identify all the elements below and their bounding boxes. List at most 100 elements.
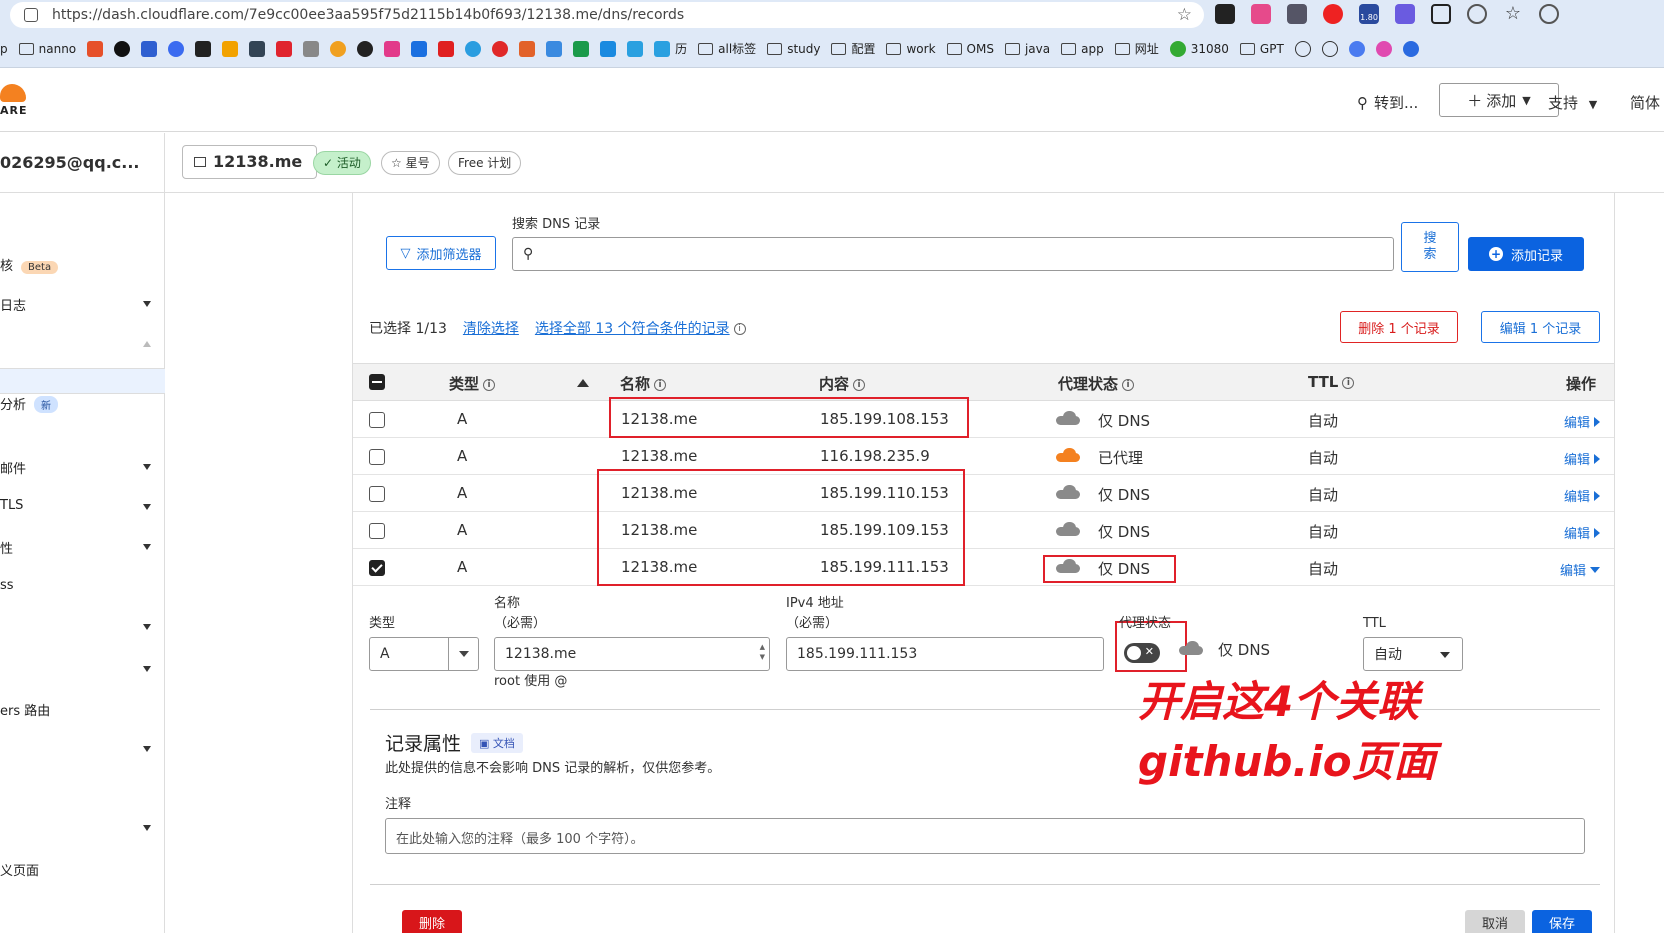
sidebar-item-ssl-tls[interactable]: TLS xyxy=(0,498,165,522)
add-dropdown-button[interactable]: ＋ 添加 ▼ xyxy=(1439,83,1559,117)
sidebar-item-access[interactable]: ss xyxy=(0,578,165,602)
bookmark[interactable] xyxy=(1375,40,1392,57)
bookmark-folder[interactable]: 配置 xyxy=(831,40,875,57)
bookmark-star-icon[interactable]: ☆ xyxy=(1177,5,1192,25)
extension-icon[interactable] xyxy=(1215,4,1235,24)
plan-badge[interactable]: Free 计划 xyxy=(448,151,522,175)
edit-record-link[interactable]: 编辑 xyxy=(1564,412,1600,431)
col-content[interactable]: 内容 i xyxy=(819,373,866,394)
ttl-select[interactable]: 自动 xyxy=(1363,637,1463,671)
bookmark[interactable] xyxy=(1294,40,1311,57)
extension-icon[interactable] xyxy=(1395,4,1415,24)
save-button[interactable]: 保存 xyxy=(1532,910,1592,933)
edit-record-link[interactable]: 编辑 xyxy=(1564,486,1600,505)
sidebar-item-collapsed[interactable] xyxy=(0,335,165,359)
table-row-selected[interactable]: A 12138.me 185.199.111.153 仅 DNS 自动 编辑 xyxy=(353,549,1614,586)
table-row[interactable]: A 12138.me 185.199.110.153 仅 DNS 自动 编辑 xyxy=(353,475,1614,512)
extension-badge-icon[interactable]: 1.80 xyxy=(1359,4,1379,24)
history-icon[interactable] xyxy=(1539,4,1559,24)
support-dropdown[interactable]: 支持 ▼ xyxy=(1548,92,1597,113)
bookmark[interactable] xyxy=(87,40,104,57)
bookmark[interactable] xyxy=(357,40,374,57)
select-all-link[interactable]: 选择全部 13 个符合条件的记录 xyxy=(535,321,730,337)
bookmark-folder[interactable]: all标签 xyxy=(698,40,756,57)
edit-record-link[interactable]: 编辑 xyxy=(1564,449,1600,468)
send-icon[interactable] xyxy=(1287,4,1307,24)
bookmark-folder[interactable]: OMS xyxy=(946,42,994,56)
bookmark[interactable] xyxy=(411,40,428,57)
bookmark-folder[interactable]: study xyxy=(767,42,820,56)
table-row[interactable]: A 12138.me 185.199.109.153 仅 DNS 自动 编辑 xyxy=(353,512,1614,549)
bookmark[interactable] xyxy=(519,40,536,57)
bookmark[interactable]: p xyxy=(0,42,8,56)
sidebar-item-security[interactable]: 性 xyxy=(0,538,165,562)
edit-record-link[interactable]: 编辑 xyxy=(1560,560,1600,579)
bookmark[interactable] xyxy=(249,40,266,57)
row-checkbox[interactable] xyxy=(369,486,385,502)
bookmark[interactable] xyxy=(627,40,644,57)
col-type[interactable]: 类型 i xyxy=(449,373,496,394)
add-record-button[interactable]: + 添加记录 xyxy=(1468,237,1584,271)
clear-selection-link[interactable]: 清除选择 xyxy=(463,318,519,338)
sidebar-item[interactable] xyxy=(0,660,165,684)
info-icon[interactable]: i xyxy=(1342,376,1355,389)
bookmark[interactable] xyxy=(492,40,509,57)
ipv4-input[interactable]: 185.199.111.153 xyxy=(786,637,1104,671)
comment-input[interactable]: 在此处输入您的注释（最多 100 个字符）。 xyxy=(385,818,1585,854)
bookmark-folder[interactable]: GPT xyxy=(1239,42,1284,56)
extension-icon[interactable] xyxy=(1251,4,1271,24)
star-zone-button[interactable]: ☆ 星号 xyxy=(381,151,440,175)
row-checkbox[interactable] xyxy=(369,412,385,428)
bookmark[interactable] xyxy=(546,40,563,57)
favorites-icon[interactable]: ☆ xyxy=(1503,4,1523,24)
adblock-icon[interactable] xyxy=(1323,4,1343,24)
type-select[interactable]: A xyxy=(369,637,479,671)
bookmark[interactable] xyxy=(303,40,320,57)
bookmark[interactable] xyxy=(438,40,455,57)
bookmark-folder[interactable]: work xyxy=(886,42,936,56)
bookmark[interactable] xyxy=(384,40,401,57)
edit-record-link[interactable]: 编辑 xyxy=(1564,523,1600,542)
zone-selector[interactable]: 12138.me xyxy=(182,145,318,179)
bookmark-folder[interactable]: 网址 xyxy=(1114,40,1159,57)
col-proxy-status[interactable]: 代理状态 i xyxy=(1058,373,1135,394)
bookmark[interactable] xyxy=(1348,40,1365,57)
docs-link[interactable]: ▣ 文档 xyxy=(471,732,523,753)
table-row[interactable]: A 12138.me 116.198.235.9 已代理 自动 编辑 xyxy=(353,438,1614,475)
bookmark[interactable] xyxy=(465,40,482,57)
bookmark-folder[interactable]: app xyxy=(1061,42,1104,56)
language-selector[interactable]: 简体 xyxy=(1630,92,1660,113)
bookmark[interactable] xyxy=(1402,40,1419,57)
bookmark-folder[interactable]: java xyxy=(1004,42,1050,56)
cancel-button[interactable]: 取消 xyxy=(1465,910,1525,933)
bookmark[interactable] xyxy=(276,40,293,57)
select-all-checkbox[interactable] xyxy=(369,374,385,390)
row-checkbox-checked[interactable] xyxy=(369,560,385,576)
sidebar-item[interactable]: 核 Beta xyxy=(0,255,165,279)
info-icon[interactable]: i xyxy=(733,323,746,335)
bookmark[interactable] xyxy=(168,40,185,57)
info-icon[interactable]: i xyxy=(483,378,496,391)
bookmark[interactable] xyxy=(195,40,212,57)
extension-icon[interactable] xyxy=(1431,4,1451,24)
sidebar-item-logs[interactable]: 日志 xyxy=(0,295,165,319)
sidebar-item[interactable] xyxy=(0,618,165,642)
goto-search[interactable]: ⚲ 转到... xyxy=(1357,92,1418,113)
search-button[interactable]: 搜索 xyxy=(1401,222,1459,272)
row-checkbox[interactable] xyxy=(369,449,385,465)
bookmark[interactable] xyxy=(573,40,590,57)
sidebar-item-email[interactable]: 邮件 xyxy=(0,458,165,482)
col-name[interactable]: 名称 i xyxy=(620,373,667,394)
sidebar-item-dns-records[interactable] xyxy=(0,368,165,394)
info-icon[interactable]: i xyxy=(654,378,667,391)
cloudflare-logo[interactable]: ARE xyxy=(0,80,40,120)
table-row[interactable]: A 12138.me 185.199.108.153 仅 DNS 自动 编辑 xyxy=(353,401,1614,438)
info-icon[interactable]: i xyxy=(853,378,866,391)
sidebar-item-analytics[interactable]: 分析新 xyxy=(0,394,165,418)
info-icon[interactable]: i xyxy=(1122,378,1135,391)
add-filter-button[interactable]: ▽ 添加筛选器 xyxy=(386,236,496,270)
bookmark[interactable] xyxy=(600,40,617,57)
col-ttl[interactable]: TTL i xyxy=(1308,373,1355,391)
bookmark[interactable] xyxy=(141,40,158,57)
row-checkbox[interactable] xyxy=(369,523,385,539)
